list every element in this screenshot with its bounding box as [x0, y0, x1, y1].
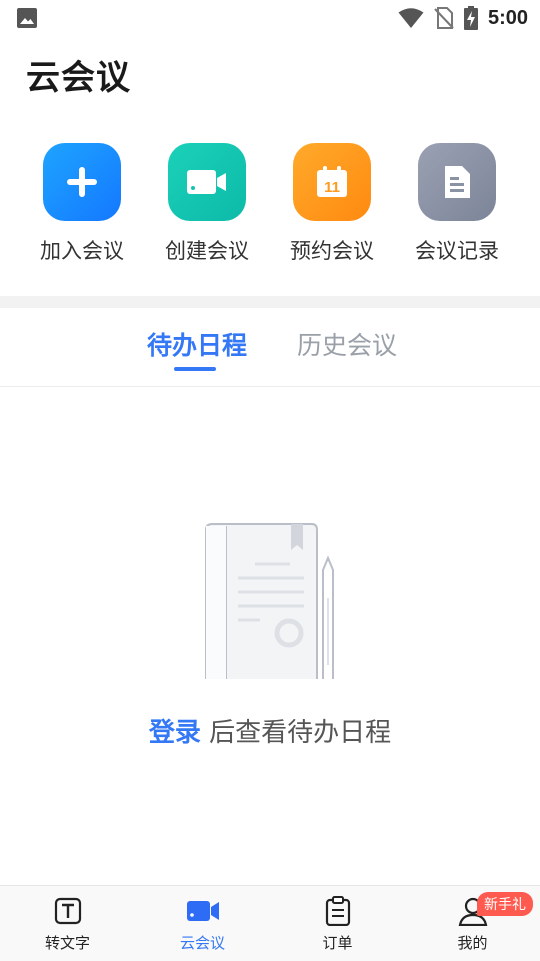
new-user-gift-badge: 新手礼: [477, 892, 533, 916]
document-icon: [418, 143, 496, 221]
clipboard-icon: [321, 894, 355, 928]
meeting-records-button[interactable]: 会议记录: [397, 143, 517, 265]
nav-orders-label: 订单: [322, 934, 353, 952]
text-t-icon: [51, 894, 85, 928]
status-time: 5:00: [487, 6, 528, 29]
schedule-tabs: 待办日程 历史会议: [0, 308, 540, 387]
nav-cloud-meeting-label: 云会议: [179, 934, 225, 952]
join-meeting-label: 加入会议: [40, 239, 124, 263]
calendar-icon: 11: [293, 143, 371, 221]
empty-state-text: 后查看待办日程: [209, 718, 392, 748]
video-camera-icon: [186, 894, 220, 928]
status-bar: 5:00: [0, 0, 540, 36]
calendar-day-text: 11: [324, 179, 340, 196]
tab-history[interactable]: 历史会议: [297, 326, 397, 362]
create-meeting-label: 创建会议: [165, 239, 249, 263]
nav-cloud-meeting[interactable]: 云会议: [135, 894, 270, 953]
nav-transcribe[interactable]: 转文字: [0, 894, 135, 953]
image-notification-icon: [17, 8, 37, 28]
plus-icon: [43, 143, 121, 221]
bottom-navigation: 转文字 云会议 订单 我的 新手礼: [0, 885, 540, 961]
join-meeting-button[interactable]: 加入会议: [22, 143, 142, 265]
nav-profile[interactable]: 我的 新手礼: [405, 892, 540, 953]
meeting-records-label: 会议记录: [415, 239, 499, 263]
schedule-meeting-label: 预约会议: [290, 239, 374, 263]
no-sim-icon: [434, 7, 454, 29]
battery-charging-icon: [463, 6, 478, 30]
nav-transcribe-label: 转文字: [44, 934, 90, 952]
section-divider: [0, 296, 540, 308]
wifi-icon: [398, 8, 424, 28]
create-meeting-button[interactable]: 创建会议: [147, 143, 267, 265]
nav-profile-label: 我的: [457, 934, 488, 952]
login-link[interactable]: 登录: [149, 718, 201, 748]
schedule-meeting-button[interactable]: 11 预约会议: [272, 143, 392, 265]
video-camera-icon: [168, 143, 246, 221]
empty-notebook-illustration: [205, 523, 334, 679]
nav-orders[interactable]: 订单: [270, 894, 405, 953]
active-tab-indicator: [174, 367, 216, 371]
empty-state-message: 登录 后查看待办日程: [0, 712, 540, 749]
page-title: 云会议: [26, 58, 131, 98]
tab-upcoming[interactable]: 待办日程: [147, 326, 247, 362]
